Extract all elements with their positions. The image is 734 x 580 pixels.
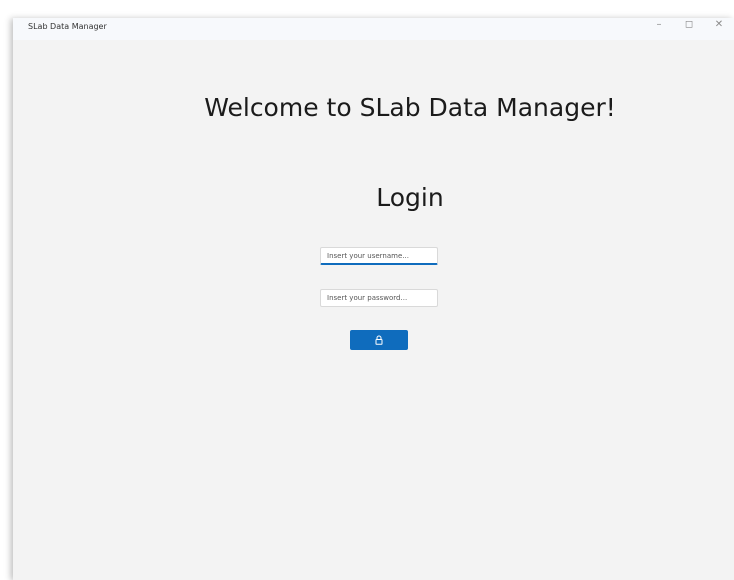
window-controls: – ◻ ✕ bbox=[644, 18, 734, 40]
desktop: SLab Data Manager – ◻ ✕ Welcome to SLab … bbox=[0, 0, 734, 580]
maximize-icon: ◻ bbox=[684, 19, 694, 30]
close-button[interactable]: ✕ bbox=[704, 18, 734, 40]
app-window: SLab Data Manager – ◻ ✕ Welcome to SLab … bbox=[13, 18, 734, 580]
welcome-title: Welcome to SLab Data Manager! bbox=[204, 93, 616, 122]
minimize-button[interactable]: – bbox=[644, 18, 674, 40]
login-page: Welcome to SLab Data Manager! Login bbox=[30, 40, 732, 566]
login-button[interactable] bbox=[350, 330, 408, 350]
window-title: SLab Data Manager bbox=[28, 22, 107, 31]
username-input[interactable] bbox=[320, 247, 438, 265]
maximize-button[interactable]: ◻ bbox=[674, 18, 704, 40]
close-icon: ✕ bbox=[714, 19, 724, 30]
minimize-icon: – bbox=[656, 19, 662, 30]
password-input[interactable] bbox=[320, 289, 438, 307]
lock-icon bbox=[375, 335, 383, 345]
login-title: Login bbox=[376, 183, 444, 212]
window-titlebar[interactable]: SLab Data Manager – ◻ ✕ bbox=[13, 18, 734, 40]
